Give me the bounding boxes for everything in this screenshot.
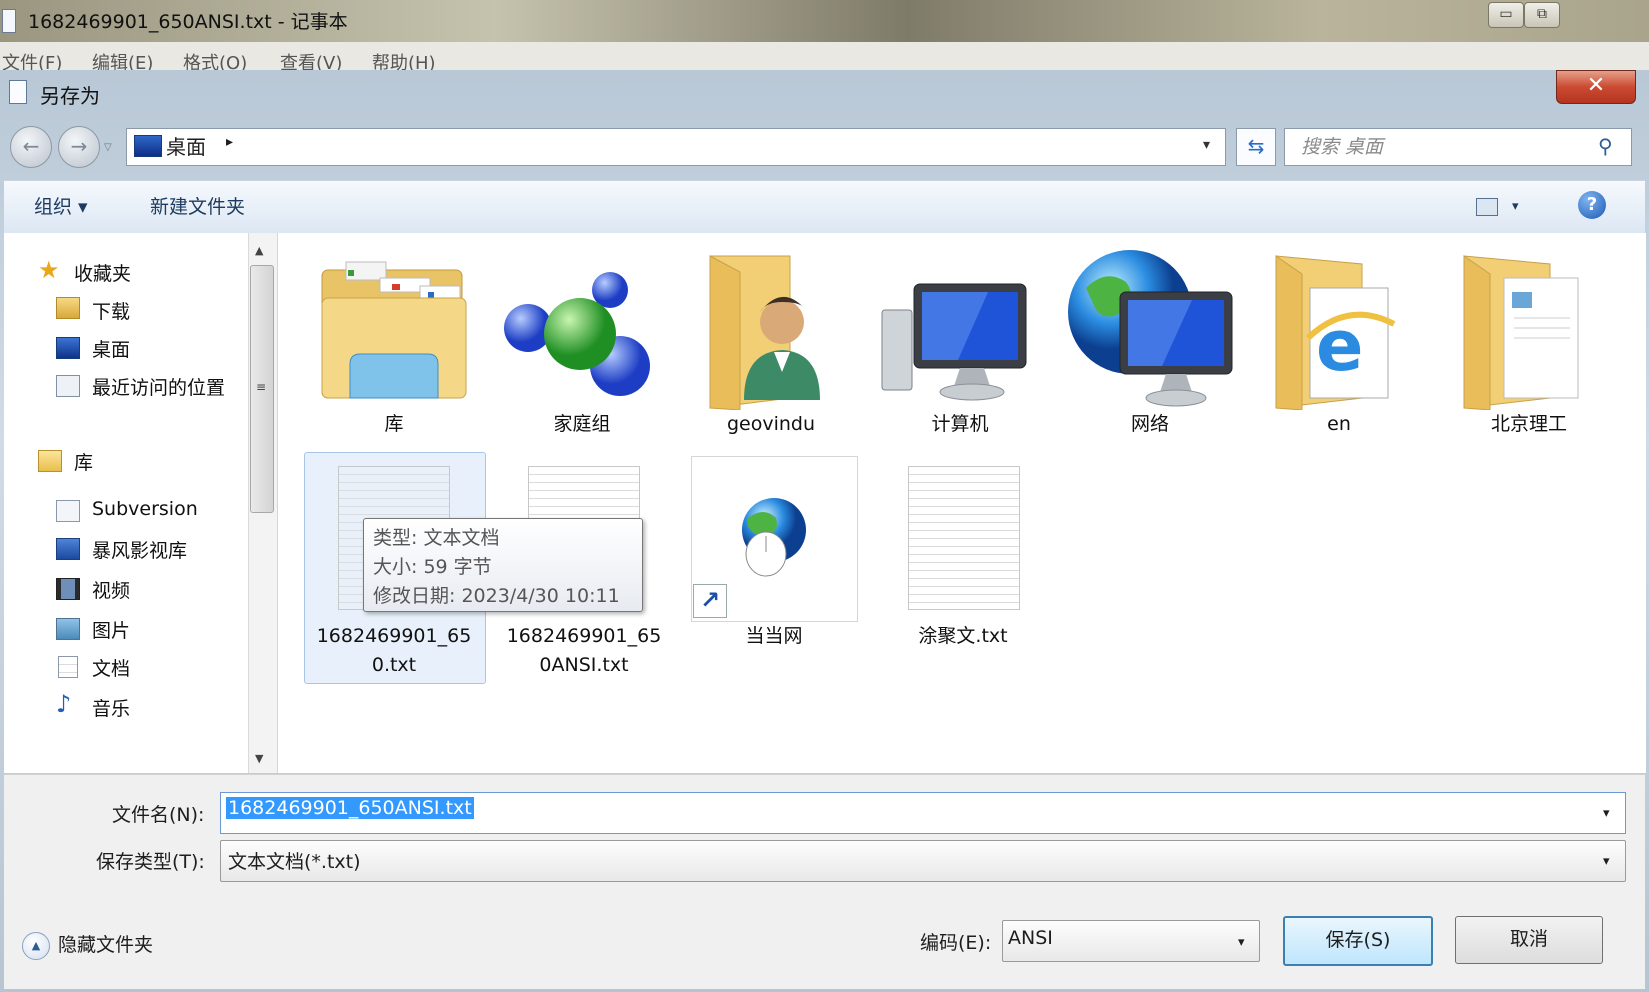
scroll-down-icon[interactable]: ▼	[255, 752, 263, 765]
cancel-button[interactable]: 取消	[1455, 916, 1603, 964]
file-label-650-txt-line2[interactable]: 0.txt	[309, 651, 479, 679]
close-button[interactable]: ✕	[1556, 70, 1636, 104]
subversion-library-icon	[56, 500, 80, 522]
dialog-title: 另存为	[40, 84, 100, 108]
en-folder-icon[interactable]: e	[1270, 248, 1400, 411]
music-icon: ♪	[56, 690, 72, 718]
breadcrumb-desktop[interactable]: 桌面	[166, 131, 206, 160]
sidebar-item-subversion[interactable]: Subversion	[92, 498, 198, 520]
address-dropdown-icon[interactable]: ▾	[1203, 137, 1210, 153]
file-label-computer[interactable]: 计算机	[875, 410, 1045, 438]
search-icon[interactable]: ⚲	[1598, 134, 1613, 158]
maximize-button[interactable]: ⧉	[1524, 2, 1560, 28]
filename-label: 文件名(N):	[112, 804, 205, 826]
file-label-library[interactable]: 库	[309, 410, 479, 438]
notepad-menubar	[0, 42, 1649, 70]
new-folder-button[interactable]: 新建文件夹	[150, 192, 245, 219]
pictures-icon	[56, 618, 80, 640]
libraries-icon	[38, 450, 62, 472]
star-icon: ★	[38, 256, 60, 284]
encoding-dropdown-icon[interactable]: ▾	[1238, 935, 1245, 950]
search-placeholder: 搜索 桌面	[1301, 136, 1384, 158]
scroll-up-icon[interactable]: ▲	[255, 244, 263, 257]
file-label-en[interactable]: en	[1254, 410, 1424, 438]
address-bar[interactable]	[126, 128, 1226, 166]
sidebar-item-documents[interactable]: 文档	[92, 654, 130, 681]
sidebar-header-favorites[interactable]: 收藏夹	[74, 259, 131, 286]
view-options-dropdown-icon[interactable]: ▾	[1512, 199, 1519, 214]
recent-pages-dropdown-icon[interactable]: ▽	[104, 142, 112, 153]
organize-button[interactable]: 组织 ▾	[34, 192, 88, 219]
desktop-icon	[56, 337, 80, 359]
computer-icon[interactable]	[880, 280, 1030, 410]
recent-places-icon	[56, 375, 80, 397]
change-view-icon[interactable]	[1476, 198, 1498, 216]
notepad-title: 1682469901_650ANSI.txt - 记事本	[28, 11, 348, 33]
sidebar-header-libraries[interactable]: 库	[74, 448, 93, 475]
sidebar-item-recent-places[interactable]: 最近访问的位置	[92, 373, 225, 400]
tooltip-size: 大小: 59 字节	[373, 556, 492, 578]
file-label-network[interactable]: 网络	[1065, 410, 1235, 438]
sidebar-item-music[interactable]: 音乐	[92, 694, 130, 721]
user-folder-icon[interactable]	[700, 248, 840, 411]
sidebar-item-pictures[interactable]: 图片	[92, 616, 130, 643]
command-toolbar	[4, 180, 1645, 234]
file-label-geovindu[interactable]: geovindu	[686, 410, 856, 438]
videos-icon	[56, 578, 80, 600]
documents-icon	[58, 656, 78, 678]
dialog-icon	[9, 80, 27, 104]
text-file-icon[interactable]	[908, 466, 1020, 610]
filename-value[interactable]: 1682469901_650ANSI.txt	[226, 797, 474, 819]
notepad-icon	[2, 9, 16, 33]
sidebar-item-desktop[interactable]: 桌面	[92, 335, 130, 362]
shortcut-arrow-icon: ↗	[693, 584, 727, 618]
hide-folders-button[interactable]: 隐藏文件夹	[58, 930, 153, 957]
encoding-label: 编码(E):	[920, 932, 992, 954]
filetype-value[interactable]: 文本文档(*.txt)	[228, 847, 361, 874]
network-icon[interactable]	[1066, 248, 1238, 410]
filetype-label: 保存类型(T):	[96, 851, 205, 873]
filename-dropdown-icon[interactable]: ▾	[1603, 806, 1610, 821]
desktop-icon	[134, 135, 162, 157]
tooltip-type: 类型: 文本文档	[373, 527, 500, 549]
help-icon[interactable]: ?	[1578, 191, 1606, 219]
bit-folder-icon[interactable]	[1458, 248, 1588, 411]
filetype-select[interactable]	[220, 840, 1626, 882]
sidebar-item-downloads[interactable]: 下载	[92, 297, 130, 324]
tooltip-modified: 修改日期: 2023/4/30 10:11	[373, 585, 620, 607]
file-label-dangdang[interactable]: 当当网	[689, 622, 859, 650]
sidebar-item-baofeng[interactable]: 暴风影视库	[92, 536, 187, 563]
sidebar-item-videos[interactable]: 视频	[92, 576, 130, 603]
forward-button[interactable]: →	[58, 126, 100, 168]
file-label-homegroup[interactable]: 家庭组	[497, 410, 667, 438]
filetype-dropdown-icon[interactable]: ▾	[1603, 854, 1610, 869]
library-folder-icon[interactable]	[320, 258, 468, 402]
save-button[interactable]: 保存(S)	[1283, 916, 1433, 966]
file-label-650-txt-line1[interactable]: 1682469901_65	[309, 622, 479, 650]
minimize-button[interactable]: ▭	[1488, 2, 1524, 28]
scroll-grip-icon[interactable]: ≡	[256, 380, 266, 394]
homegroup-icon[interactable]	[500, 262, 660, 402]
dangdang-shortcut-icon[interactable]	[736, 496, 812, 578]
refresh-button[interactable]: ⇆	[1236, 128, 1276, 166]
file-label-bit[interactable]: 北京理工	[1444, 410, 1614, 438]
baofeng-library-icon	[56, 538, 80, 560]
encoding-value[interactable]: ANSI	[1008, 927, 1053, 949]
file-label-650ansi-txt-line2[interactable]: 0ANSI.txt	[499, 651, 669, 679]
back-button[interactable]: ←	[10, 126, 52, 168]
file-label-650ansi-txt-line1[interactable]: 1682469901_65	[499, 622, 669, 650]
downloads-icon	[56, 297, 80, 319]
breadcrumb-arrow-icon[interactable]: ▸	[226, 134, 233, 150]
hide-folders-icon[interactable]: ▲	[22, 932, 50, 960]
file-label-tujuwen-txt[interactable]: 涂聚文.txt	[878, 622, 1048, 650]
